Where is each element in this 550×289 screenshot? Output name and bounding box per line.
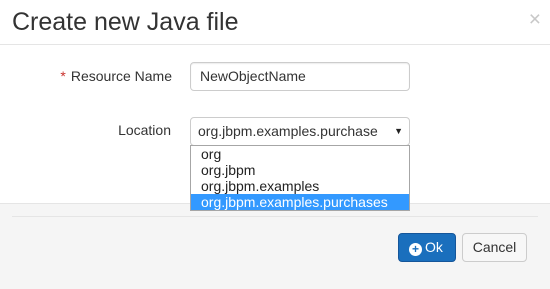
create-java-file-dialog: Create new Java file × * Resource Name Ne… xyxy=(0,0,550,289)
location-label: Location xyxy=(118,122,171,138)
ok-button[interactable]: + Ok xyxy=(398,233,456,262)
location-option[interactable]: org.jbpm.examples xyxy=(191,178,409,194)
plus-circle-icon: + xyxy=(409,243,422,256)
dropdown-arrow-icon: ▼ xyxy=(394,126,403,136)
location-option-highlighted[interactable]: org.jbpm.examples.purchases xyxy=(191,194,409,210)
footer-divider xyxy=(12,216,538,217)
dialog-title: Create new Java file xyxy=(12,8,239,36)
cancel-button[interactable]: Cancel xyxy=(462,233,527,262)
resource-name-label: * Resource Name xyxy=(60,67,172,85)
close-icon[interactable]: × xyxy=(529,8,541,32)
location-option[interactable]: org.jbpm xyxy=(191,162,409,178)
location-select[interactable]: org.jbpm.examples.purchase ▼ xyxy=(190,117,410,146)
resource-name-label-text: Resource Name xyxy=(70,68,172,84)
dialog-header: Create new Java file × xyxy=(0,0,550,45)
location-option[interactable]: org xyxy=(191,146,409,162)
resource-name-input[interactable]: NewObjectName xyxy=(190,62,410,91)
ok-button-label: Ok xyxy=(425,239,443,255)
required-marker: * xyxy=(60,68,66,84)
location-options-list: org org.jbpm org.jbpm.examples org.jbpm.… xyxy=(190,145,410,211)
location-selected-value: org.jbpm.examples.purchase xyxy=(198,123,378,139)
